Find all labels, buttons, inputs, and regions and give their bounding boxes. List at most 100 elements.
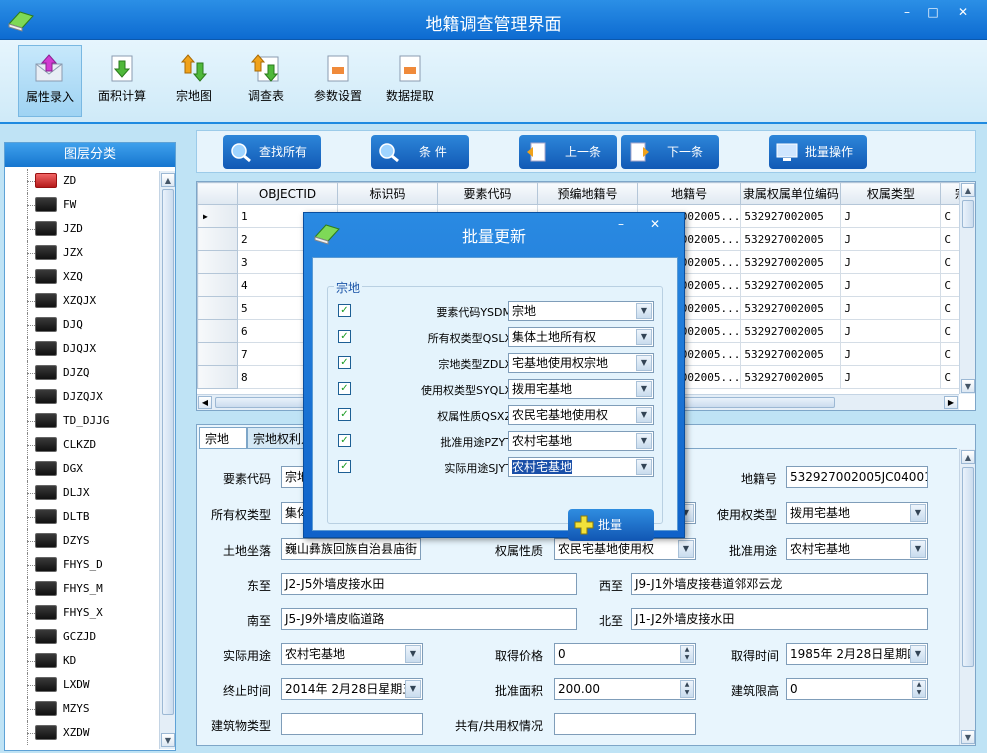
- scroll-down-arrow-icon[interactable]: ▼: [961, 379, 975, 393]
- scroll-thumb[interactable]: [162, 189, 174, 715]
- building-type-field[interactable]: [281, 713, 423, 735]
- field-checkbox[interactable]: ✓: [338, 356, 351, 369]
- chevron-down-icon[interactable]: ▼: [636, 381, 652, 397]
- field-select[interactable]: 农村宅基地 ▼: [508, 457, 654, 477]
- approved-area-field[interactable]: 200.00 ▲ ▼: [554, 678, 696, 700]
- layer-item[interactable]: CLKZD: [5, 433, 161, 457]
- column-header[interactable]: 要素代码: [437, 182, 538, 205]
- layer-item[interactable]: DJZQ: [5, 361, 161, 385]
- toolbar-survey-table-button[interactable]: 调查表: [234, 45, 298, 117]
- layer-item[interactable]: FHYS_D: [5, 553, 161, 577]
- chevron-down-icon[interactable]: ▼: [405, 680, 421, 698]
- chevron-down-icon[interactable]: ▼: [910, 540, 926, 558]
- field-checkbox[interactable]: ✓: [338, 460, 351, 473]
- table-cell[interactable]: 532927002005: [740, 204, 842, 228]
- scroll-thumb[interactable]: [962, 200, 974, 228]
- layer-item[interactable]: JZD: [5, 217, 161, 241]
- grid-vertical-scrollbar[interactable]: ▲ ▼: [959, 182, 975, 394]
- table-cell[interactable]: J: [840, 319, 942, 343]
- row-header[interactable]: [197, 296, 238, 320]
- layer-item[interactable]: DJQJX: [5, 337, 161, 361]
- row-header[interactable]: [197, 250, 238, 274]
- acquisition-time-picker[interactable]: 1985年 2月28日星期四 ▼: [786, 643, 928, 665]
- scroll-thumb[interactable]: [962, 467, 974, 667]
- scroll-right-arrow-icon[interactable]: ▶: [944, 396, 958, 409]
- table-cell[interactable]: 532927002005: [740, 296, 842, 320]
- spinner-icon[interactable]: ▲ ▼: [680, 680, 694, 698]
- layer-item[interactable]: DJZQJX: [5, 385, 161, 409]
- chevron-down-icon[interactable]: ▼: [678, 540, 694, 558]
- use-right-type-select[interactable]: 拨用宅基地 ▼: [786, 502, 928, 524]
- field-checkbox[interactable]: ✓: [338, 304, 351, 317]
- south-boundary-field[interactable]: J5-J9外墙皮临道路: [281, 608, 577, 630]
- chevron-down-icon[interactable]: ▼: [636, 407, 652, 423]
- table-cell[interactable]: 532927002005: [740, 227, 842, 251]
- chevron-down-icon[interactable]: ▼: [636, 459, 652, 475]
- column-header[interactable]: 权属类型: [840, 182, 942, 205]
- toolbar-parameter-settings-button[interactable]: 参数设置: [306, 45, 370, 117]
- table-cell[interactable]: 532927002005: [740, 273, 842, 297]
- toolbar-parcel-map-button[interactable]: 宗地图: [162, 45, 226, 117]
- ownership-nature-select[interactable]: 农民宅基地使用权 ▼: [554, 538, 696, 560]
- layer-item[interactable]: JZX: [5, 241, 161, 265]
- layer-item[interactable]: GCZJD: [5, 625, 161, 649]
- table-cell[interactable]: 532927002005: [740, 250, 842, 274]
- end-time-picker[interactable]: 2014年 2月28日星期五 ▼: [281, 678, 423, 700]
- batch-operation-button[interactable]: 批量操作: [769, 135, 867, 169]
- field-select[interactable]: 农村宅基地 ▼: [508, 431, 654, 451]
- scroll-down-arrow-icon[interactable]: ▼: [161, 733, 175, 747]
- table-cell[interactable]: J: [840, 250, 942, 274]
- layer-item[interactable]: ZD: [5, 169, 161, 193]
- toolbar-attribute-entry-button[interactable]: 属性录入: [18, 45, 82, 117]
- table-cell[interactable]: J: [840, 365, 942, 389]
- row-header[interactable]: [197, 342, 238, 366]
- table-cell[interactable]: J: [840, 273, 942, 297]
- row-header[interactable]: [197, 365, 238, 389]
- column-header[interactable]: OBJECTID: [237, 182, 338, 205]
- spinner-icon[interactable]: ▲ ▼: [912, 680, 926, 698]
- approved-use-select[interactable]: 农村宅基地 ▼: [786, 538, 928, 560]
- detail-scrollbar[interactable]: ▲ ▼: [959, 449, 975, 745]
- north-boundary-field[interactable]: J1-J2外墙皮接水田: [631, 608, 928, 630]
- shared-right-field[interactable]: [554, 713, 696, 735]
- layer-item[interactable]: XZDW: [5, 721, 161, 745]
- actual-use-select[interactable]: 农村宅基地 ▼: [281, 643, 423, 665]
- field-select[interactable]: 集体土地所有权 ▼: [508, 327, 654, 347]
- land-location-field[interactable]: 巍山彝族回族自治县庙街: [281, 538, 421, 560]
- toolbar-area-calc-button[interactable]: 面积计算: [90, 45, 154, 117]
- field-checkbox[interactable]: ✓: [338, 434, 351, 447]
- chevron-down-icon[interactable]: ▼: [636, 329, 652, 345]
- layer-item[interactable]: DLJX: [5, 481, 161, 505]
- field-select[interactable]: 拨用宅基地 ▼: [508, 379, 654, 399]
- minimize-button[interactable]: –: [896, 4, 918, 20]
- table-cell[interactable]: J: [840, 227, 942, 251]
- column-header[interactable]: 标识码: [337, 182, 438, 205]
- chevron-down-icon[interactable]: ▼: [636, 355, 652, 371]
- layer-item[interactable]: DJQ: [5, 313, 161, 337]
- tab-parcel[interactable]: 宗地: [199, 427, 247, 449]
- chevron-down-icon[interactable]: ▼: [636, 433, 652, 449]
- layer-item[interactable]: FHYS_M: [5, 577, 161, 601]
- table-cell[interactable]: J: [840, 342, 942, 366]
- chevron-down-icon[interactable]: ▼: [910, 504, 926, 522]
- layer-item[interactable]: TD_DJJG: [5, 409, 161, 433]
- scroll-left-arrow-icon[interactable]: ◀: [198, 396, 212, 409]
- layer-item[interactable]: LXDW: [5, 673, 161, 697]
- table-cell[interactable]: J: [840, 204, 942, 228]
- column-header[interactable]: 预编地籍号: [537, 182, 638, 205]
- condition-button[interactable]: 条 件: [371, 135, 469, 169]
- layer-item[interactable]: FHYS_X: [5, 601, 161, 625]
- chevron-down-icon[interactable]: ▼: [405, 645, 421, 663]
- previous-button[interactable]: 上一条: [519, 135, 617, 169]
- scroll-down-arrow-icon[interactable]: ▼: [961, 730, 975, 744]
- cadastral-number-field[interactable]: 532927002005JC04001: [786, 466, 928, 488]
- field-checkbox[interactable]: ✓: [338, 382, 351, 395]
- field-checkbox[interactable]: ✓: [338, 330, 351, 343]
- row-header[interactable]: [197, 319, 238, 343]
- find-all-button[interactable]: 查找所有: [223, 135, 321, 169]
- next-button[interactable]: 下一条: [621, 135, 719, 169]
- chevron-down-icon[interactable]: ▼: [636, 303, 652, 319]
- row-header[interactable]: ▶: [197, 204, 238, 228]
- column-header[interactable]: 隶属权属单位编码: [740, 182, 842, 205]
- table-cell[interactable]: 532927002005: [740, 319, 842, 343]
